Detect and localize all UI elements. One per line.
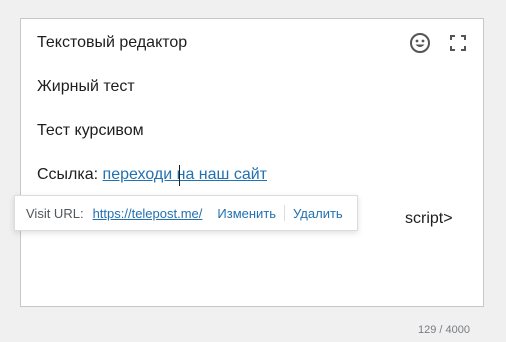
content-link[interactable]: переходи на наш сайт — [102, 165, 267, 186]
emoji-icon[interactable] — [408, 31, 432, 55]
link-line-prefix: Ссылка: — [37, 166, 103, 183]
text-editor[interactable]: Текстовый редактор Жирный тест Тест курс… — [20, 18, 484, 307]
edit-link-button[interactable]: Изменить — [217, 206, 276, 221]
link-line: Ссылка: переходи на наш сайт — [37, 165, 267, 186]
popover-url-link[interactable]: https://telepost.me/ — [93, 206, 203, 221]
popover-divider — [284, 205, 286, 221]
italic-text-line: Тест курсивом — [37, 122, 144, 139]
partially-hidden-line: script> — [405, 210, 453, 227]
content-link-text: переходи на наш сайт — [102, 166, 267, 183]
text-caret — [178, 165, 180, 186]
bold-text-line: Жирный тест — [37, 78, 135, 95]
editor-toolbar — [408, 31, 470, 55]
fullscreen-icon[interactable] — [446, 31, 470, 55]
editor-title-line: Текстовый редактор — [37, 34, 188, 51]
link-popover: Visit URL: https://telepost.me/ Изменить… — [14, 195, 358, 231]
remove-link-button[interactable]: Удалить — [293, 206, 343, 221]
visit-url-label: Visit URL: — [26, 205, 84, 221]
character-counter: 129 / 4000 — [418, 324, 470, 336]
